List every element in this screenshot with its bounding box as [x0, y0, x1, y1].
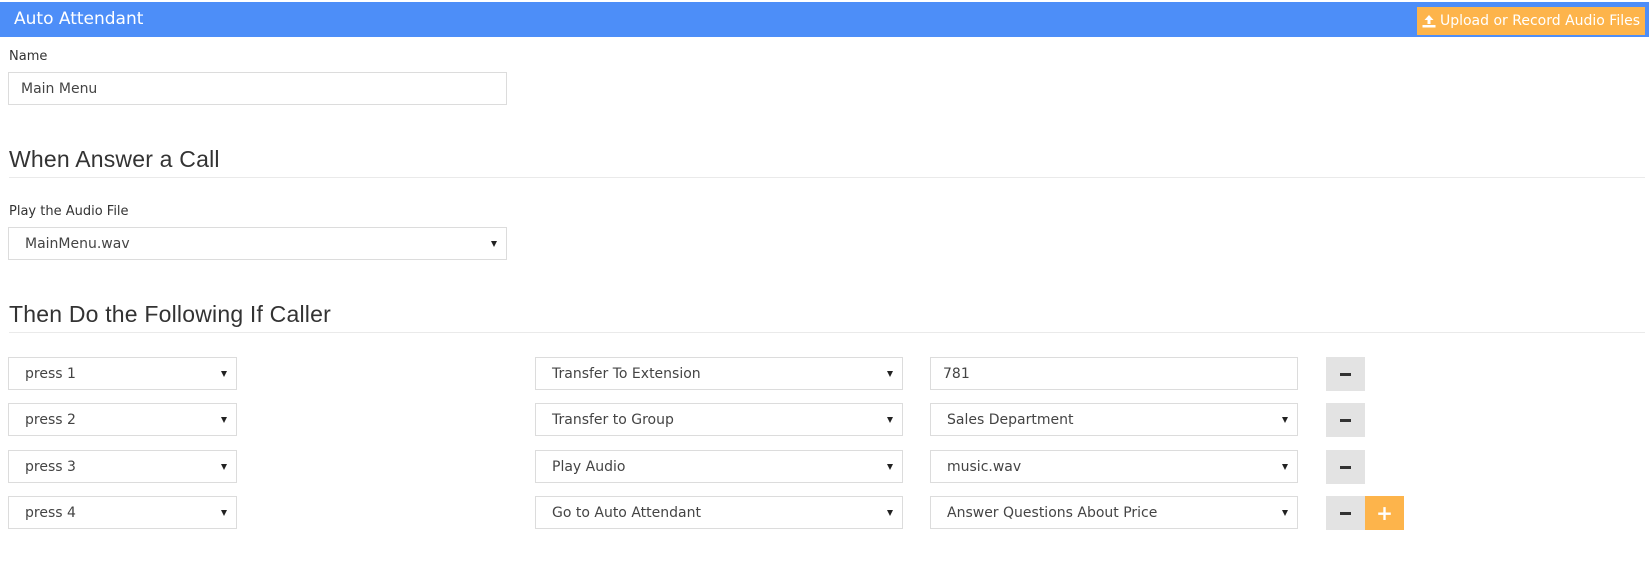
target-value: music.wav	[947, 458, 1022, 475]
name-input[interactable]: Main Menu	[8, 72, 507, 105]
chevron-down-icon	[887, 509, 893, 516]
action-value: Transfer To Extension	[552, 365, 701, 382]
chevron-down-icon	[221, 370, 227, 377]
add-row-button[interactable]: +	[1365, 496, 1404, 530]
target-select-2[interactable]: Sales Department	[930, 403, 1298, 436]
action-select-2[interactable]: Transfer to Group	[535, 403, 903, 436]
header-bar: Auto Attendant Upload or Record Audio Fi…	[0, 2, 1649, 37]
key-select-2[interactable]: press 2	[8, 403, 237, 436]
key-select-3[interactable]: press 3	[8, 450, 237, 483]
minus-icon	[1340, 418, 1351, 422]
key-select-1[interactable]: press 1	[8, 357, 237, 390]
rules-section-heading: Then Do the Following If Caller	[9, 301, 331, 327]
action-value: Play Audio	[552, 458, 626, 475]
chevron-down-icon	[491, 240, 497, 247]
chevron-down-icon	[887, 416, 893, 423]
chevron-down-icon	[1282, 463, 1288, 470]
action-select-1[interactable]: Transfer To Extension	[535, 357, 903, 390]
answer-section-heading: When Answer a Call	[9, 146, 220, 172]
plus-icon: +	[1376, 501, 1393, 525]
page-title: Auto Attendant	[14, 9, 144, 29]
action-select-3[interactable]: Play Audio	[535, 450, 903, 483]
chevron-down-icon	[221, 509, 227, 516]
remove-row-button-1[interactable]	[1326, 357, 1365, 391]
remove-row-button-2[interactable]	[1326, 403, 1365, 437]
target-value: Sales Department	[947, 411, 1074, 428]
key-value: press 3	[25, 458, 76, 475]
key-select-4[interactable]: press 4	[8, 496, 237, 529]
remove-row-button-3[interactable]	[1326, 450, 1365, 484]
chevron-down-icon	[1282, 416, 1288, 423]
chevron-down-icon	[887, 463, 893, 470]
upload-record-audio-button[interactable]: Upload or Record Audio Files	[1417, 7, 1645, 35]
remove-row-button-4[interactable]	[1326, 496, 1365, 530]
audio-file-value: MainMenu.wav	[25, 235, 130, 252]
key-value: press 2	[25, 411, 76, 428]
audio-file-label: Play the Audio File	[9, 204, 129, 219]
upload-icon	[1422, 15, 1436, 28]
chevron-down-icon	[1282, 509, 1288, 516]
target-select-3[interactable]: music.wav	[930, 450, 1298, 483]
extension-input-1[interactable]: 781	[930, 357, 1298, 390]
minus-icon	[1340, 465, 1351, 469]
key-value: press 1	[25, 365, 76, 382]
target-value: Answer Questions About Price	[947, 504, 1158, 521]
chevron-down-icon	[887, 370, 893, 377]
key-value: press 4	[25, 504, 76, 521]
chevron-down-icon	[221, 416, 227, 423]
action-select-4[interactable]: Go to Auto Attendant	[535, 496, 903, 529]
name-input-value: Main Menu	[21, 80, 98, 97]
chevron-down-icon	[221, 463, 227, 470]
upload-button-label: Upload or Record Audio Files	[1439, 13, 1641, 29]
section-divider	[9, 177, 1645, 178]
action-value: Transfer to Group	[552, 411, 674, 428]
name-label: Name	[9, 49, 48, 64]
minus-icon	[1340, 511, 1351, 515]
section-divider	[9, 332, 1645, 333]
action-value: Go to Auto Attendant	[552, 504, 701, 521]
target-select-4[interactable]: Answer Questions About Price	[930, 496, 1298, 529]
target-value: 781	[943, 365, 970, 382]
minus-icon	[1340, 372, 1351, 376]
audio-file-select[interactable]: MainMenu.wav	[8, 227, 507, 260]
